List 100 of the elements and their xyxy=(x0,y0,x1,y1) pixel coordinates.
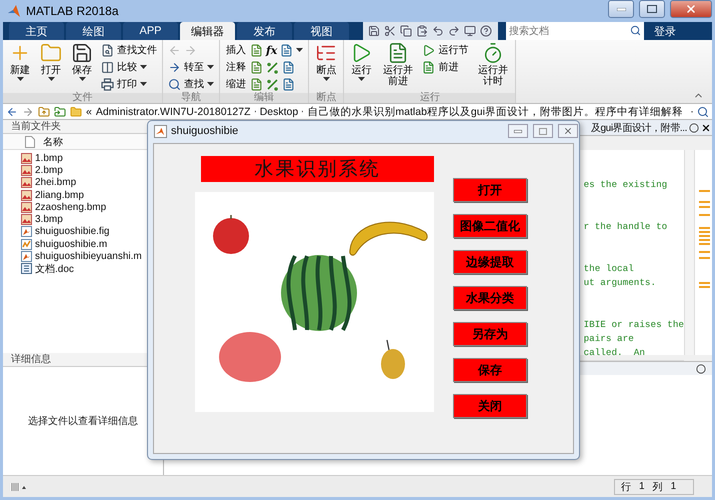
back-icon[interactable] xyxy=(6,106,18,118)
function-button[interactable]: fx xyxy=(266,44,278,56)
path-segment[interactable]: Administrator.WIN7U-20180127Z xyxy=(96,106,250,118)
close-button[interactable] xyxy=(670,0,712,18)
ribbon-button[interactable]: 运行 xyxy=(348,42,374,81)
percent-icon[interactable] xyxy=(266,60,279,74)
document-icon[interactable] xyxy=(250,60,263,74)
window-title: MATLAB R2018a xyxy=(26,4,120,18)
action-button[interactable]: 图像二值化 xyxy=(453,214,527,238)
file-name[interactable]: 2liang.bmp xyxy=(35,190,84,201)
search-field[interactable]: 搜索文档 xyxy=(506,22,644,40)
file-icon xyxy=(25,136,35,148)
cut-icon[interactable] xyxy=(384,25,396,37)
image-file-icon xyxy=(21,190,32,201)
ribbon-button[interactable]: 断点 xyxy=(313,42,340,81)
help-icon[interactable] xyxy=(480,25,492,37)
minimize-button[interactable] xyxy=(608,0,634,18)
path-prefix: « xyxy=(86,106,92,118)
ribbon-tab[interactable]: 视图 xyxy=(294,22,349,40)
status-label: 列 xyxy=(652,480,663,494)
circle-caret-icon[interactable] xyxy=(689,122,699,132)
close-button[interactable] xyxy=(558,124,578,138)
folder-icon xyxy=(40,42,62,64)
status-value: 1 xyxy=(670,481,676,492)
caret-icon xyxy=(322,77,330,81)
close-icon[interactable] xyxy=(701,122,711,132)
document-icon[interactable] xyxy=(250,78,263,90)
caret-icon xyxy=(78,77,86,81)
document-icon[interactable] xyxy=(250,44,263,56)
group-label: 编辑 xyxy=(220,93,308,103)
file-name[interactable]: 2.bmp xyxy=(35,164,63,176)
search-icon[interactable] xyxy=(697,106,710,118)
ribbon-button[interactable]: 运行并前进 xyxy=(379,42,416,87)
ribbon-tab[interactable]: 主页 xyxy=(9,22,64,40)
ribbon-button[interactable]: 运行并计时 xyxy=(474,42,512,87)
forward-icon[interactable] xyxy=(22,106,34,118)
ribbon-button[interactable]: 打开 xyxy=(38,42,64,81)
ribbon-button[interactable]: 运行节 xyxy=(421,42,470,58)
paste-icon[interactable] xyxy=(416,25,428,37)
caret-icon xyxy=(140,65,147,69)
folder-up-icon[interactable] xyxy=(38,106,50,118)
ribbon-button[interactable]: 注释 xyxy=(225,59,247,75)
search-icon xyxy=(630,25,641,36)
ribbon-button[interactable]: 查找文件 xyxy=(100,42,158,58)
action-button[interactable]: 关闭 xyxy=(453,394,527,418)
ribbon-tab[interactable]: 编辑器 xyxy=(180,22,235,40)
file-name[interactable]: 3.bmp xyxy=(35,214,63,226)
ribbon-tab[interactable]: APP xyxy=(123,22,178,40)
caret-icon xyxy=(207,65,214,69)
group-label: 文件 xyxy=(3,93,162,103)
action-button[interactable]: 打开 xyxy=(453,178,527,202)
document-icon[interactable] xyxy=(280,44,294,56)
action-button[interactable]: 边缘提取 xyxy=(453,250,527,274)
maximize-button[interactable] xyxy=(639,0,665,18)
action-button[interactable]: 水果分类 xyxy=(453,286,527,310)
ribbon-button[interactable]: 查找 xyxy=(167,76,215,92)
ribbon-button[interactable]: 前进 xyxy=(421,59,470,75)
action-button[interactable]: 另存为 xyxy=(453,322,527,346)
path-segment[interactable]: 自己做的水果识别matlab程序以及gui界面设计，附带图片。程序中有详细解释 xyxy=(307,104,683,118)
circle-caret-icon[interactable] xyxy=(696,362,706,375)
ribbon-button[interactable]: 插入 xyxy=(225,42,247,58)
status-value: 1 xyxy=(639,481,645,492)
file-name[interactable]: shuiguoshibie.m xyxy=(35,238,108,250)
percent-icon[interactable] xyxy=(266,78,279,90)
caret-icon xyxy=(16,77,24,81)
minimize-button[interactable] xyxy=(508,124,528,138)
ribbon-button[interactable]: 比较 xyxy=(100,59,158,75)
undo-icon[interactable] xyxy=(432,25,444,37)
ribbon-button[interactable]: 转至 xyxy=(167,59,215,75)
copy-icon[interactable] xyxy=(400,25,412,37)
ribbon-tab[interactable]: 发布 xyxy=(237,22,292,40)
ribbon-button[interactable]: 打印 xyxy=(100,76,158,92)
ribbon-tab[interactable]: 绘图 xyxy=(66,22,121,40)
ribbon-button[interactable]: 保存 xyxy=(69,42,95,81)
vertical-scrollbar[interactable] xyxy=(684,150,694,355)
file-name[interactable]: shuiguoshibieyuanshi.m xyxy=(35,251,142,262)
file-name[interactable]: shuiguoshibie.fig xyxy=(35,226,110,238)
ribbon-button[interactable]: 缩进 xyxy=(225,76,247,92)
browse-folder-icon[interactable] xyxy=(54,106,66,118)
login-link[interactable]: 登录 xyxy=(654,24,676,38)
save-icon[interactable] xyxy=(368,25,380,37)
file-search-icon xyxy=(101,44,114,56)
grip-icon[interactable] xyxy=(11,482,29,492)
play-icon xyxy=(422,44,436,56)
path-segment[interactable]: Desktop xyxy=(260,106,298,118)
ribbon-button[interactable]: 新建 xyxy=(7,42,33,81)
redo-icon[interactable] xyxy=(448,25,460,37)
monitor-icon[interactable] xyxy=(464,25,476,37)
editor-tab[interactable]: 及gui界面设计，附带... xyxy=(590,120,687,134)
action-button[interactable]: 保存 xyxy=(453,358,527,382)
document-icon[interactable] xyxy=(282,78,295,90)
file-name[interactable]: 2hei.bmp xyxy=(35,177,76,188)
file-name[interactable]: 1.bmp xyxy=(35,152,63,164)
maximize-icon xyxy=(539,128,547,134)
document-icon[interactable] xyxy=(282,60,295,74)
group-label: 运行 xyxy=(344,93,516,103)
file-name[interactable]: 文档.doc xyxy=(35,262,74,276)
caret-icon xyxy=(48,77,54,81)
file-name[interactable]: 2zaosheng.bmp xyxy=(35,202,106,213)
maximize-icon xyxy=(647,5,657,13)
